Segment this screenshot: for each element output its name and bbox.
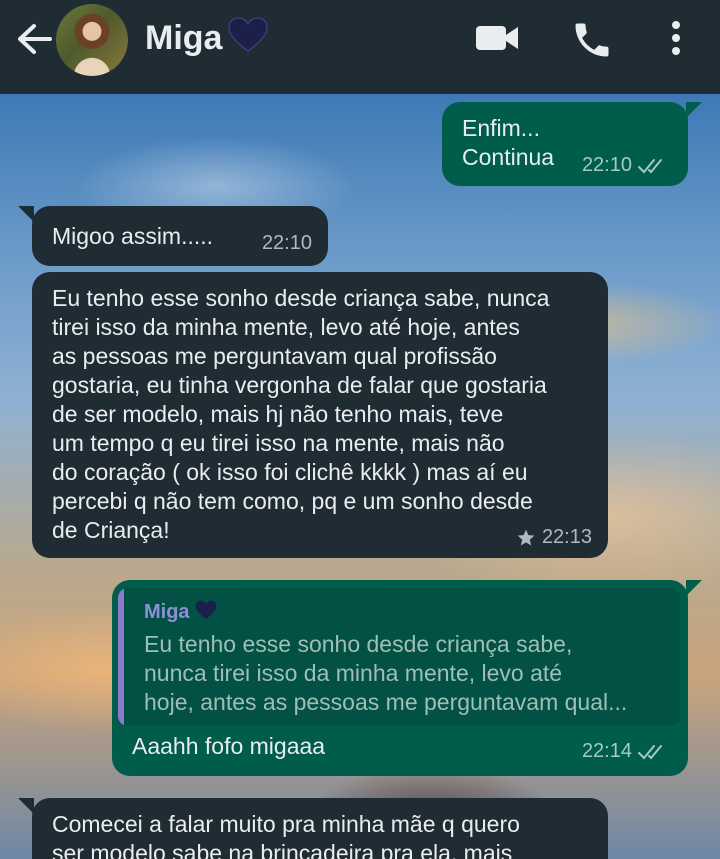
message-text: Enfim... Continua (462, 115, 555, 170)
contact-avatar[interactable] (56, 4, 128, 76)
incoming-message[interactable]: Migoo assim..... 22:10 (18, 206, 328, 266)
star-icon (517, 529, 535, 545)
video-call-icon (476, 26, 518, 50)
message-text: Migoo assim..... (52, 223, 214, 249)
phone-icon (575, 23, 609, 57)
message-time: 22:10 (581, 154, 632, 176)
quote-accent-bar (118, 588, 124, 726)
video-call-button[interactable] (474, 18, 520, 58)
back-arrow-icon (18, 24, 52, 54)
quoted-author: Miga (144, 600, 217, 624)
contact-name: Miga (145, 19, 223, 57)
message-text: Comecei a falar muito pra minha mãe q qu… (52, 811, 520, 859)
black-heart-icon (195, 600, 217, 619)
voice-call-button[interactable] (570, 18, 614, 62)
more-options-icon (672, 21, 680, 55)
back-button[interactable] (14, 22, 54, 56)
quoted-text: Eu tenho esse sonho desde criança sabe, … (144, 631, 628, 715)
message-time: 22:10 (261, 232, 312, 254)
double-check-icon (638, 158, 662, 173)
message-text: Eu tenho esse sonho desde criança sabe, … (52, 285, 550, 543)
message-text: Aaahh fofo migaaa (132, 733, 326, 759)
incoming-message[interactable]: Comecei a falar muito pra minha mãe q qu… (18, 798, 608, 859)
chat-header: Miga (0, 0, 720, 94)
quoted-message[interactable]: Miga Eu tenho esse sonho desde criança s… (118, 588, 680, 726)
chat-conversation[interactable]: Enfim... Continua 22:10 Migoo assim.....… (0, 94, 720, 859)
outgoing-message[interactable]: Enfim... Continua 22:10 (442, 102, 702, 186)
incoming-message[interactable]: Eu tenho esse sonho desde criança sabe, … (32, 272, 608, 558)
black-heart-icon (228, 16, 269, 64)
message-time: 22:13 (541, 526, 592, 548)
message-time: 22:14 (581, 740, 632, 762)
double-check-icon (638, 744, 662, 759)
more-options-button[interactable] (664, 18, 688, 58)
outgoing-reply-message[interactable]: Miga Eu tenho esse sonho desde criança s… (112, 580, 702, 776)
contact-title[interactable]: Miga (145, 16, 269, 60)
